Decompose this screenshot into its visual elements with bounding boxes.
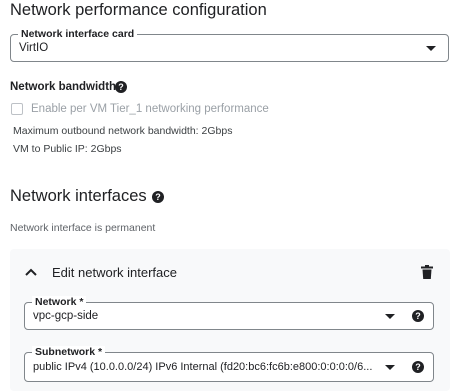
nic-select-label: Network interface card bbox=[18, 28, 138, 41]
dropdown-caret-icon bbox=[385, 365, 395, 370]
edit-interface-title: Edit network interface bbox=[52, 265, 178, 280]
network-select-label: Network * bbox=[32, 296, 87, 309]
public-ip-text: VM to Public IP: 2Gbps bbox=[13, 143, 122, 155]
dropdown-caret-icon bbox=[385, 314, 395, 319]
subnetwork-select-value: public IPv4 (10.0.0.0/24) IPv6 Internal … bbox=[33, 361, 373, 373]
nic-select[interactable]: Network interface card VirtIO bbox=[10, 28, 449, 62]
help-icon[interactable]: ? bbox=[412, 361, 424, 373]
bandwidth-title: Network bandwidth bbox=[10, 81, 117, 93]
chevron-up-icon[interactable] bbox=[24, 267, 38, 277]
help-icon[interactable]: ? bbox=[115, 81, 127, 93]
dropdown-caret-icon bbox=[426, 46, 436, 51]
trash-icon[interactable] bbox=[421, 265, 433, 279]
network-select[interactable]: Network * vpc-gcp-side ? bbox=[24, 296, 434, 330]
edit-interface-panel: Edit network interface Network * vpc-gcp… bbox=[10, 249, 450, 391]
section-title: Network performance configuration bbox=[10, 1, 267, 19]
nic-select-value: VirtIO bbox=[19, 42, 49, 54]
subnetwork-select[interactable]: Subnetwork * public IPv4 (10.0.0.0/24) I… bbox=[24, 346, 434, 382]
tier1-checkbox-label: Enable per VM Tier_1 networking performa… bbox=[31, 103, 269, 115]
interfaces-note: Network interface is permanent bbox=[10, 222, 156, 234]
interfaces-title: Network interfaces bbox=[10, 187, 147, 205]
subnetwork-select-label: Subnetwork * bbox=[32, 346, 106, 359]
network-select-value: vpc-gcp-side bbox=[33, 310, 99, 322]
tier1-checkbox[interactable] bbox=[11, 103, 23, 115]
max-outbound-text: Maximum outbound network bandwidth: 2Gbp… bbox=[13, 125, 233, 137]
help-icon[interactable]: ? bbox=[412, 310, 424, 322]
help-icon[interactable]: ? bbox=[152, 191, 164, 203]
